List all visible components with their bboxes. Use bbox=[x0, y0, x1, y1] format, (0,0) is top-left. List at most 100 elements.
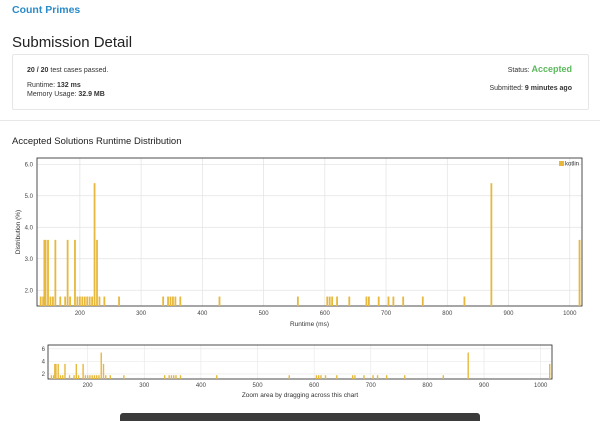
chart-bar bbox=[331, 296, 334, 306]
chart-bar bbox=[76, 296, 79, 306]
navigator-bar bbox=[77, 375, 80, 379]
chart-bar bbox=[348, 296, 351, 306]
y-tick-label: 5.0 bbox=[25, 194, 34, 200]
navigator-bar bbox=[320, 375, 322, 379]
chart-bar bbox=[336, 296, 338, 306]
chart-bar bbox=[174, 296, 177, 306]
navigator-bar bbox=[549, 363, 551, 379]
nav-y-tick-label: 2 bbox=[42, 372, 46, 378]
os-dock bbox=[120, 413, 480, 421]
nav-x-tick-label: 400 bbox=[196, 383, 207, 389]
navigator-bar bbox=[100, 352, 102, 379]
nav-x-tick-label: 900 bbox=[479, 383, 490, 389]
navigator-bar bbox=[68, 375, 71, 379]
navigator-bar bbox=[55, 363, 57, 379]
navigator-bar bbox=[317, 375, 320, 379]
navigator-bar bbox=[324, 375, 327, 379]
chart-bar bbox=[39, 296, 42, 306]
y-tick-label: 6.0 bbox=[25, 162, 34, 168]
chart-bar bbox=[78, 296, 81, 306]
navigator-bar bbox=[385, 375, 388, 379]
chart-bar bbox=[74, 239, 76, 306]
chart-bar bbox=[402, 296, 405, 306]
navigator-bar bbox=[50, 375, 53, 379]
runtime-distribution-charts: 2.0 3.0 4.0 5.0 6.0 200 300 400 500 600 700 800 900 1… bbox=[15, 157, 583, 399]
nav-x-tick-label: 1000 bbox=[534, 383, 548, 389]
chart-bar bbox=[118, 296, 120, 306]
chart-bar bbox=[98, 296, 101, 306]
chart-bar bbox=[578, 239, 581, 306]
chart-bar bbox=[490, 183, 493, 306]
navigator-bar bbox=[376, 375, 379, 379]
navigator-bar bbox=[75, 363, 78, 379]
chart-bar bbox=[365, 296, 368, 306]
chart-bar bbox=[463, 296, 466, 306]
chart-bar bbox=[49, 296, 52, 306]
navigator-bar bbox=[404, 375, 406, 379]
navigator-bar bbox=[93, 375, 96, 379]
chart-bar bbox=[421, 296, 424, 306]
navigator-bar bbox=[89, 375, 91, 379]
y-axis-title: Distribution (%) bbox=[15, 210, 22, 254]
navigator-bar bbox=[173, 375, 175, 379]
chart-bar bbox=[83, 296, 86, 306]
chart-bar bbox=[162, 296, 165, 306]
nav-x-tick-label: 300 bbox=[139, 383, 150, 389]
main-plot-frame bbox=[36, 157, 583, 307]
chart-bar bbox=[328, 296, 331, 306]
chart-bar bbox=[387, 296, 390, 306]
navigator-bar bbox=[179, 375, 182, 379]
chart-bar bbox=[54, 239, 57, 306]
nav-x-tick-label: 800 bbox=[422, 383, 433, 389]
x-tick-label: 600 bbox=[320, 311, 331, 317]
navigator-bar bbox=[86, 375, 89, 379]
chart-bar bbox=[296, 296, 299, 306]
nav-y-tick-label: 4 bbox=[42, 359, 46, 365]
chart-bar bbox=[52, 296, 54, 306]
navigator-bar bbox=[315, 375, 318, 379]
nav-x-tick-label: 500 bbox=[253, 383, 264, 389]
chart-bar bbox=[86, 296, 89, 306]
y-tick-label: 4.0 bbox=[25, 225, 34, 231]
navigator-bar bbox=[288, 375, 290, 379]
chart-bar bbox=[392, 296, 395, 306]
navigator-bar bbox=[175, 375, 177, 379]
chart-bar bbox=[103, 296, 106, 306]
navigator-bar bbox=[351, 375, 354, 379]
navigator-bar bbox=[109, 375, 111, 379]
x-tick-label: 500 bbox=[259, 311, 270, 317]
x-tick-label: 900 bbox=[504, 311, 515, 317]
navigator-bar bbox=[82, 363, 84, 379]
x-tick-label: 700 bbox=[381, 311, 392, 317]
nav-x-tick-label: 600 bbox=[309, 383, 320, 389]
chart-bar bbox=[44, 239, 47, 306]
navigator-bar bbox=[84, 375, 87, 379]
x-tick-label: 200 bbox=[75, 311, 86, 317]
nav-y-tick-label: 6 bbox=[42, 347, 46, 353]
chart-bar bbox=[169, 296, 172, 306]
navigator-bar bbox=[105, 375, 107, 379]
navigator-bar bbox=[102, 363, 105, 379]
navigator-bar bbox=[98, 375, 100, 379]
navigator-bar bbox=[216, 375, 218, 379]
x-tick-label: 300 bbox=[136, 311, 147, 317]
navigator-bar bbox=[64, 363, 66, 379]
navigator-bar bbox=[336, 375, 338, 379]
chart-bar bbox=[66, 239, 69, 306]
chart-bar bbox=[93, 183, 96, 306]
chart-bar bbox=[326, 296, 329, 306]
navigator-bar bbox=[91, 375, 93, 379]
y-tick-label: 2.0 bbox=[25, 288, 34, 294]
navigator-bar bbox=[163, 375, 166, 379]
navigator-bar bbox=[57, 363, 59, 379]
navigator-bar bbox=[354, 375, 356, 379]
chart-bar bbox=[172, 296, 174, 306]
x-axis-title: Runtime (ms) bbox=[290, 321, 329, 328]
navigator-bar bbox=[59, 375, 62, 379]
chart-bar bbox=[179, 296, 182, 306]
chart-bar bbox=[367, 296, 370, 306]
chart-bar bbox=[91, 296, 94, 306]
chart-bar bbox=[88, 296, 91, 306]
navigator-bar bbox=[372, 375, 374, 379]
nav-x-tick-label: 700 bbox=[366, 383, 377, 389]
